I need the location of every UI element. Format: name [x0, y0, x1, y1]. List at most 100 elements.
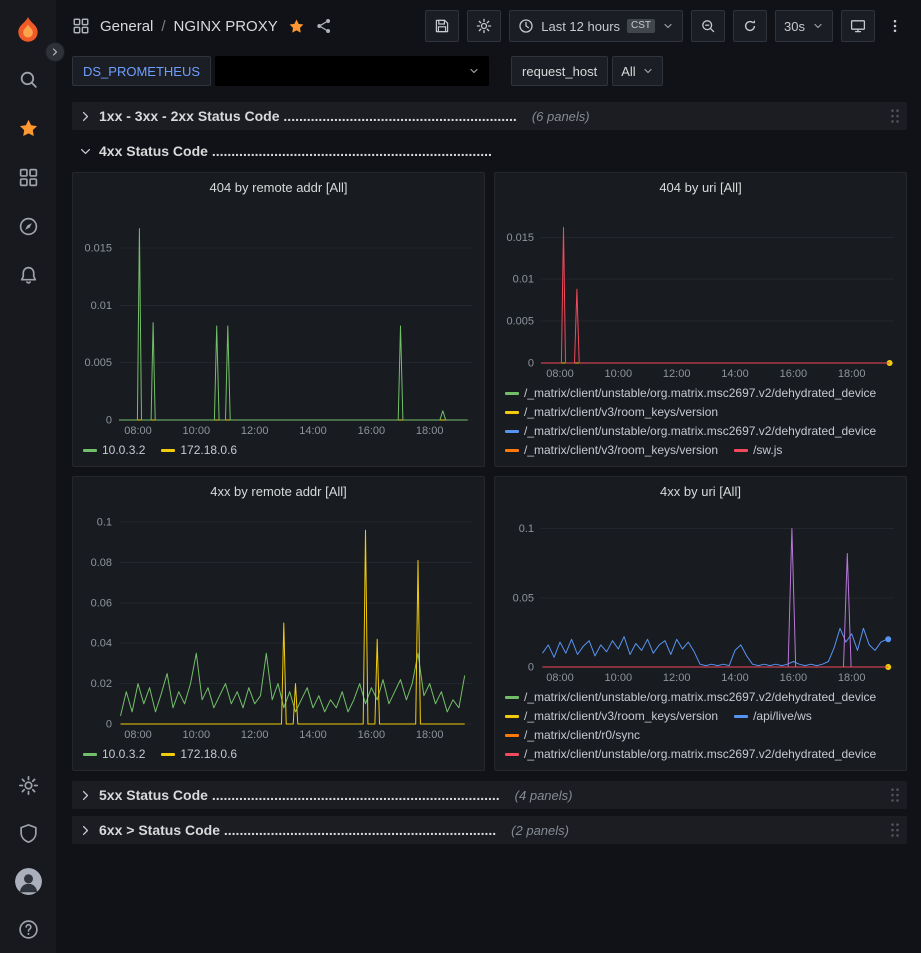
svg-text:0.05: 0.05	[513, 592, 534, 604]
user-profile-button[interactable]	[8, 861, 48, 901]
sidebar-expand-button[interactable]	[45, 42, 65, 62]
legend-row: 10.0.3.2 172.18.0.6	[83, 745, 474, 764]
sidebar-item-search[interactable]	[8, 59, 48, 99]
panel-chart[interactable]: 00.0050.010.01508:0010:0012:0014:0016:00…	[73, 201, 484, 441]
legend-item[interactable]: 172.18.0.6	[161, 441, 237, 460]
panel-title[interactable]: 4xx by remote addr [All]	[73, 477, 484, 505]
svg-text:14:00: 14:00	[721, 672, 749, 684]
legend-item[interactable]: 10.0.3.2	[83, 441, 145, 460]
star-icon	[18, 118, 39, 139]
dashboards-grid-icon	[18, 167, 39, 188]
svg-text:16:00: 16:00	[780, 672, 808, 684]
gear-icon	[476, 18, 492, 34]
sidebar-item-server-admin[interactable]	[8, 813, 48, 853]
share-icon[interactable]	[315, 17, 333, 35]
svg-text:16:00: 16:00	[358, 425, 386, 437]
row-panel-count: (4 panels)	[515, 788, 573, 803]
breadcrumb-folder[interactable]: General	[100, 18, 153, 35]
request-host-variable-select[interactable]: All	[612, 56, 662, 86]
svg-text:0.01: 0.01	[91, 300, 112, 312]
legend-label: /_matrix/client/v3/room_keys/version	[524, 403, 718, 422]
legend-row: /_matrix/client/r0/sync	[505, 726, 896, 745]
legend-item[interactable]: /_matrix/client/unstable/org.matrix.msc2…	[505, 384, 876, 403]
favorite-star-icon[interactable]	[288, 18, 305, 35]
chevron-down-icon	[79, 145, 92, 158]
panel-chart[interactable]: 00.020.040.060.080.108:0010:0012:0014:00…	[73, 505, 484, 745]
svg-text:08:00: 08:00	[546, 368, 574, 380]
sidebar-item-alerting[interactable]	[8, 255, 48, 295]
legend-series-marker-icon	[505, 715, 519, 718]
grafana-logo[interactable]	[8, 10, 48, 50]
legend-item[interactable]: /_matrix/client/unstable/org.matrix.msc2…	[505, 688, 876, 707]
zoom-out-button[interactable]	[691, 10, 725, 42]
svg-text:0.02: 0.02	[91, 678, 112, 690]
row-5xx-status-code[interactable]: 5xx Status Code ........................…	[72, 781, 907, 809]
row-panel-count: (6 panels)	[532, 109, 590, 124]
panel-title[interactable]: 404 by uri [All]	[495, 173, 906, 201]
chevron-down-icon	[468, 65, 480, 77]
legend-series-marker-icon	[505, 696, 519, 699]
row-title: 4xx Status Code ........................…	[99, 143, 492, 159]
svg-text:18:00: 18:00	[416, 425, 444, 437]
search-icon	[18, 69, 39, 90]
monitor-icon	[850, 18, 866, 34]
svg-text:16:00: 16:00	[780, 368, 808, 380]
more-options-button[interactable]	[883, 10, 907, 42]
legend-row: /_matrix/client/v3/room_keys/version/sw.…	[505, 441, 896, 460]
legend-row: /_matrix/client/unstable/org.matrix.msc2…	[505, 745, 896, 764]
legend-row: /_matrix/client/unstable/org.matrix.msc2…	[505, 384, 896, 403]
chevron-right-icon	[50, 47, 60, 57]
legend-item[interactable]: /api/live/ws	[734, 707, 812, 726]
legend-item[interactable]: /_matrix/client/r0/sync	[505, 726, 640, 745]
panel-chart[interactable]: 00.0050.010.01508:0010:0012:0014:0016:00…	[495, 201, 906, 384]
save-dashboard-button[interactable]	[425, 10, 459, 42]
legend-item[interactable]: /sw.js	[734, 441, 782, 460]
panel-title[interactable]: 4xx by uri [All]	[495, 477, 906, 505]
sidebar-item-help[interactable]	[8, 909, 48, 949]
legend-series-marker-icon	[83, 753, 97, 756]
legend-label: /_matrix/client/unstable/org.matrix.msc2…	[524, 745, 876, 764]
datasource-variable-label[interactable]: DS_PROMETHEUS	[72, 56, 211, 86]
svg-text:14:00: 14:00	[299, 729, 327, 741]
panel-legend: 10.0.3.2 172.18.0.6	[73, 441, 484, 466]
row-6xx-status-code[interactable]: 6xx > Status Code ......................…	[72, 816, 907, 844]
sidebar-item-explore[interactable]	[8, 206, 48, 246]
dashboard-scroll-area[interactable]: 1xx - 3xx - 2xx Status Code ............…	[56, 94, 921, 953]
refresh-button[interactable]	[733, 10, 767, 42]
svg-text:12:00: 12:00	[241, 425, 269, 437]
legend-item[interactable]: 10.0.3.2	[83, 745, 145, 764]
time-range-picker[interactable]: Last 12 hours CST	[509, 10, 683, 42]
cycle-view-mode-button[interactable]	[841, 10, 875, 42]
drag-handle-icon[interactable]	[890, 822, 900, 838]
drag-handle-icon[interactable]	[890, 108, 900, 124]
svg-text:16:00: 16:00	[358, 729, 386, 741]
main-area: General / NGINX PROXY Last 12 hours CST	[56, 0, 921, 953]
panel-grid: 404 by remote addr [All]00.0050.010.0150…	[72, 172, 907, 771]
legend-label: /api/live/ws	[753, 707, 812, 726]
legend-item[interactable]: /_matrix/client/v3/room_keys/version	[505, 403, 718, 422]
breadcrumb-dashboard-title[interactable]: NGINX PROXY	[174, 18, 278, 35]
panel-title[interactable]: 404 by remote addr [All]	[73, 173, 484, 201]
sidebar-item-configuration[interactable]	[8, 765, 48, 805]
refresh-interval-dropdown[interactable]: 30s	[775, 10, 833, 42]
row-title: 6xx > Status Code ......................…	[99, 822, 496, 838]
dashboard-apps-icon[interactable]	[72, 17, 90, 35]
legend-item[interactable]: /_matrix/client/unstable/org.matrix.msc2…	[505, 422, 876, 441]
legend-item[interactable]: /_matrix/client/v3/room_keys/version	[505, 441, 718, 460]
legend-series-marker-icon	[734, 449, 748, 452]
legend-item[interactable]: 172.18.0.6	[161, 745, 237, 764]
dashboard-settings-button[interactable]	[467, 10, 501, 42]
host-variable-select[interactable]	[215, 56, 489, 86]
svg-text:08:00: 08:00	[546, 672, 574, 684]
chevron-right-icon	[79, 110, 92, 123]
legend-item[interactable]: /_matrix/client/v3/room_keys/version	[505, 707, 718, 726]
sidebar-item-dashboards[interactable]	[8, 157, 48, 197]
svg-text:10:00: 10:00	[605, 368, 633, 380]
sidebar-item-starred[interactable]	[8, 108, 48, 148]
panel-chart[interactable]: 00.050.108:0010:0012:0014:0016:0018:00	[495, 505, 906, 688]
row-4xx-status-code[interactable]: 4xx Status Code ........................…	[72, 137, 907, 165]
drag-handle-icon[interactable]	[890, 787, 900, 803]
row-1xx-3xx-2xx-status-code[interactable]: 1xx - 3xx - 2xx Status Code ............…	[72, 102, 907, 130]
legend-row: /_matrix/client/unstable/org.matrix.msc2…	[505, 422, 896, 441]
legend-item[interactable]: /_matrix/client/unstable/org.matrix.msc2…	[505, 745, 876, 764]
